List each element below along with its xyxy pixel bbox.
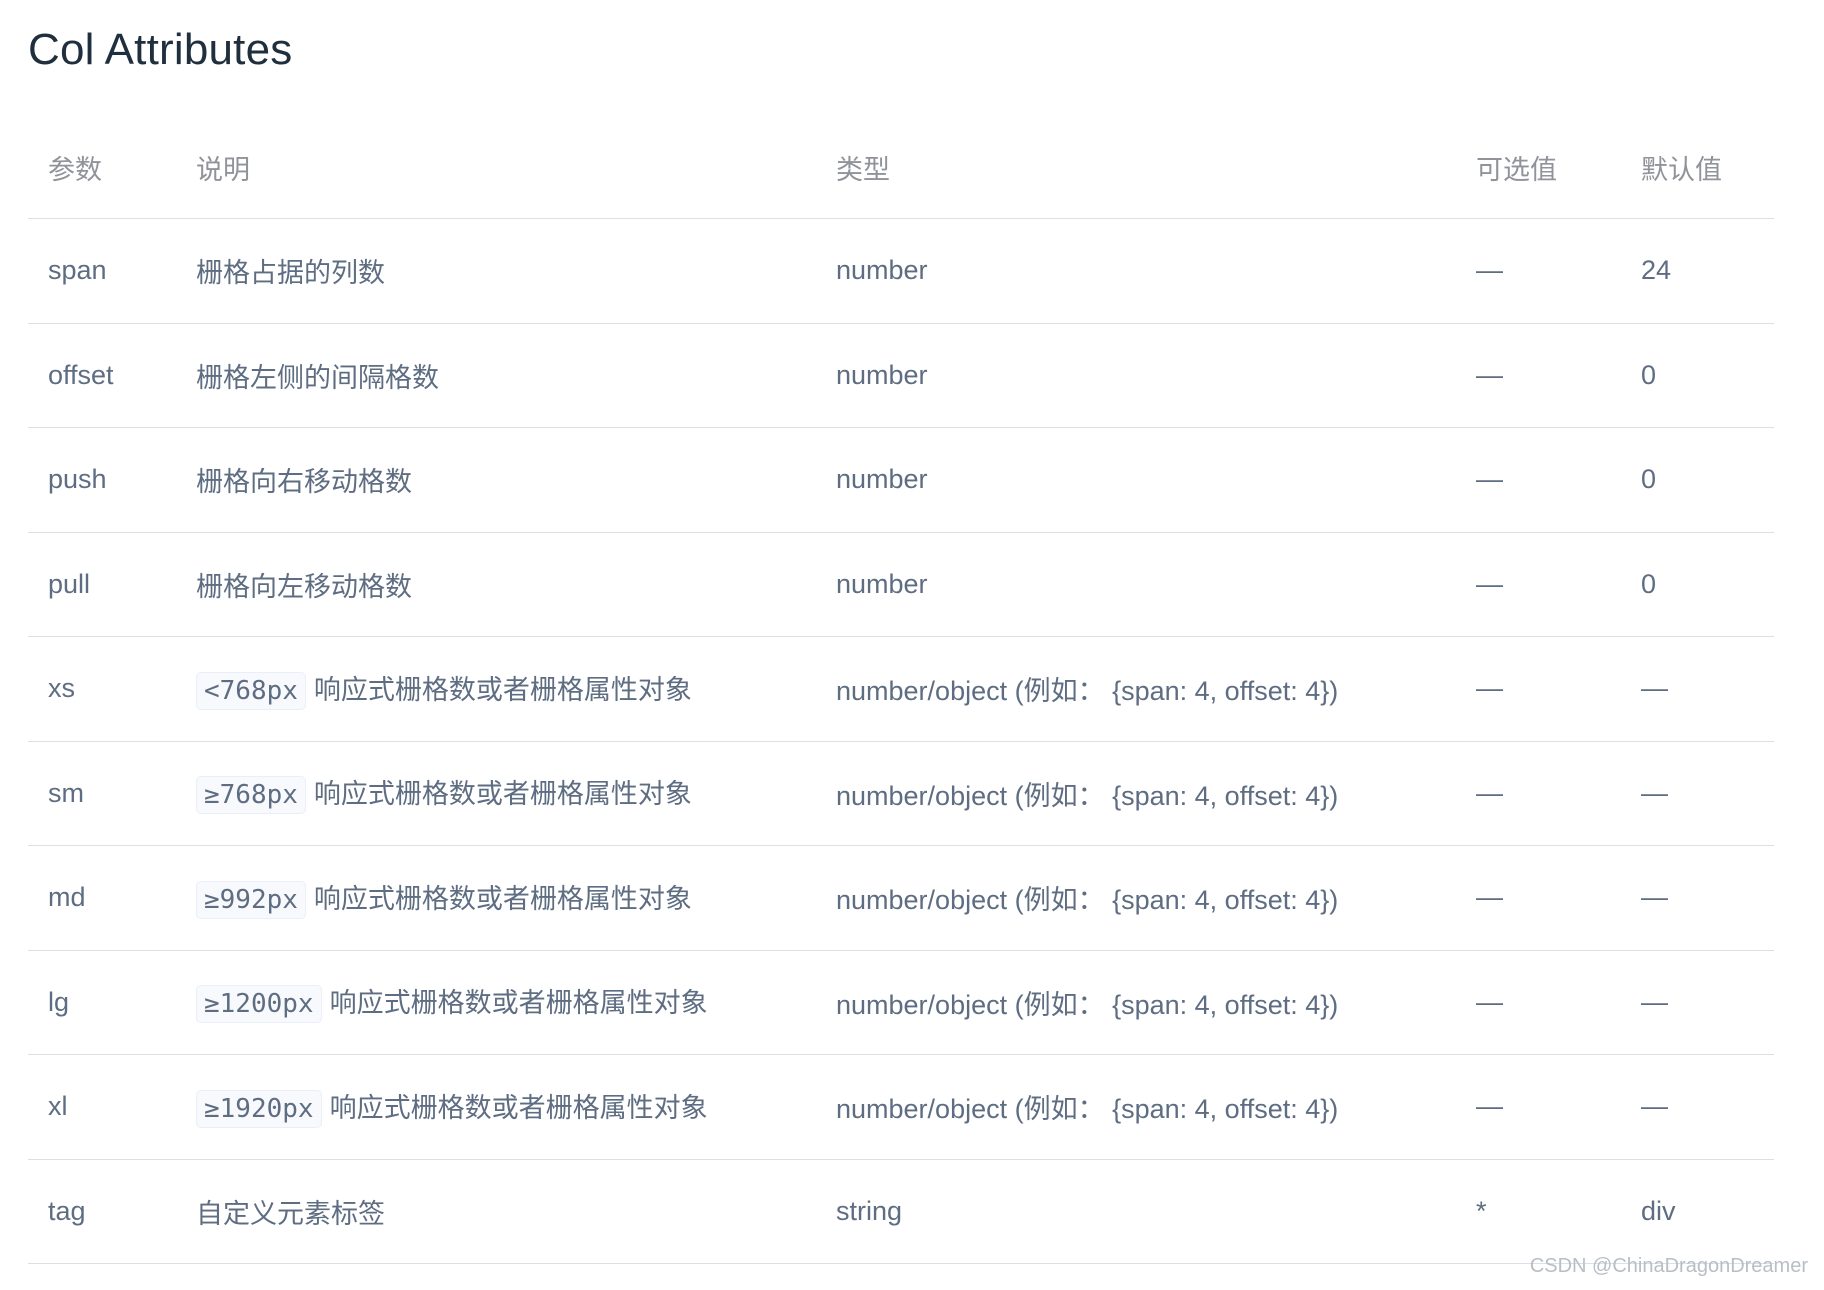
param-cell: sm bbox=[28, 741, 176, 846]
param-cell: pull bbox=[28, 532, 176, 637]
header-options: 可选值 bbox=[1456, 116, 1621, 219]
type-cell: number/object (例如： {span: 4, offset: 4}) bbox=[816, 845, 1456, 951]
table-row: xl ≥1920px 响应式栅格数或者栅格属性对象 number/object (例如… bbox=[28, 1054, 1774, 1160]
type-cell: number bbox=[816, 323, 1456, 428]
description-cell: 自定义元素标签 bbox=[176, 1159, 816, 1264]
description-text: 响应式栅格数或者栅格属性对象 bbox=[313, 779, 692, 810]
header-default: 默认值 bbox=[1621, 116, 1774, 219]
default-cell: 0 bbox=[1621, 427, 1774, 533]
header-type: 类型 bbox=[816, 116, 1456, 219]
param-cell: tag bbox=[28, 1159, 176, 1264]
table-row: md ≥992px 响应式栅格数或者栅格属性对象 number/object (例如：… bbox=[28, 845, 1774, 951]
options-cell: — bbox=[1456, 532, 1621, 637]
description-text: 栅格向左移动格数 bbox=[196, 571, 412, 602]
options-cell: — bbox=[1456, 636, 1621, 742]
param-cell: xs bbox=[28, 636, 176, 742]
options-cell: — bbox=[1456, 845, 1621, 951]
table-row: lg ≥1200px 响应式栅格数或者栅格属性对象 number/object (例如… bbox=[28, 950, 1774, 1055]
description-text: 响应式栅格数或者栅格属性对象 bbox=[329, 988, 708, 1019]
breakpoint-badge: ≥1920px bbox=[196, 1089, 322, 1128]
breakpoint-badge: ≥992px bbox=[196, 880, 306, 919]
table-header: 参数 说明 类型 可选值 默认值 bbox=[28, 116, 1774, 219]
description-cell: ≥992px 响应式栅格数或者栅格属性对象 bbox=[176, 845, 816, 951]
table-row: xs <768px 响应式栅格数或者栅格属性对象 number/object (例如：… bbox=[28, 636, 1774, 742]
table-row: sm ≥768px 响应式栅格数或者栅格属性对象 number/object (例如：… bbox=[28, 741, 1774, 846]
type-cell: number bbox=[816, 218, 1456, 324]
options-cell: — bbox=[1456, 1054, 1621, 1160]
param-cell: push bbox=[28, 427, 176, 533]
description-text: 栅格向右移动格数 bbox=[196, 467, 412, 498]
breakpoint-badge: <768px bbox=[196, 671, 306, 710]
description-text: 响应式栅格数或者栅格属性对象 bbox=[329, 1092, 708, 1123]
breakpoint-badge: ≥1200px bbox=[196, 985, 322, 1024]
watermark: CSDN @ChinaDragonDreamer bbox=[1529, 1255, 1808, 1277]
description-cell: 栅格占据的列数 bbox=[176, 218, 816, 324]
header-row: 参数 说明 类型 可选值 默认值 bbox=[28, 116, 1774, 219]
type-cell: number/object (例如： {span: 4, offset: 4}) bbox=[816, 950, 1456, 1055]
description-cell: <768px 响应式栅格数或者栅格属性对象 bbox=[176, 636, 816, 742]
description-cell: 栅格向左移动格数 bbox=[176, 532, 816, 637]
type-cell: number/object (例如： {span: 4, offset: 4}) bbox=[816, 636, 1456, 742]
default-cell: — bbox=[1621, 845, 1774, 951]
table-row: offset 栅格左侧的间隔格数 number —0 bbox=[28, 323, 1774, 428]
description-cell: 栅格向右移动格数 bbox=[176, 427, 816, 533]
header-param: 参数 bbox=[28, 116, 176, 219]
options-cell: — bbox=[1456, 741, 1621, 846]
description-cell: 栅格左侧的间隔格数 bbox=[176, 323, 816, 428]
header-description: 说明 bbox=[176, 116, 816, 219]
default-cell: — bbox=[1621, 950, 1774, 1055]
page: Col Attributes 参数 说明 类型 可选值 默认值 span 栅格占据… bbox=[0, 0, 1824, 1290]
param-cell: md bbox=[28, 845, 176, 951]
default-cell: div bbox=[1621, 1159, 1774, 1264]
description-cell: ≥1200px 响应式栅格数或者栅格属性对象 bbox=[176, 950, 816, 1055]
default-cell: — bbox=[1621, 741, 1774, 846]
description-cell: ≥768px 响应式栅格数或者栅格属性对象 bbox=[176, 741, 816, 846]
default-cell: — bbox=[1621, 1054, 1774, 1160]
type-cell: number/object (例如： {span: 4, offset: 4}) bbox=[816, 1054, 1456, 1160]
table-row: pull 栅格向左移动格数 number —0 bbox=[28, 532, 1774, 637]
breakpoint-badge: ≥768px bbox=[196, 776, 306, 815]
param-cell: lg bbox=[28, 950, 176, 1055]
description-text: 响应式栅格数或者栅格属性对象 bbox=[313, 674, 692, 705]
default-cell: 24 bbox=[1621, 218, 1774, 324]
table-row: push 栅格向右移动格数 number —0 bbox=[28, 427, 1774, 533]
options-cell: — bbox=[1456, 218, 1621, 324]
page-title: Col Attributes bbox=[28, 25, 293, 74]
description-cell: ≥1920px 响应式栅格数或者栅格属性对象 bbox=[176, 1054, 816, 1160]
table-row: span 栅格占据的列数 number —24 bbox=[28, 218, 1774, 324]
type-cell: number/object (例如： {span: 4, offset: 4}) bbox=[816, 741, 1456, 846]
description-text: 自定义元素标签 bbox=[196, 1198, 385, 1229]
default-cell: 0 bbox=[1621, 323, 1774, 428]
type-cell: string bbox=[816, 1159, 1456, 1264]
param-cell: xl bbox=[28, 1054, 176, 1160]
attributes-table: 参数 说明 类型 可选值 默认值 span 栅格占据的列数 number —24 off… bbox=[28, 116, 1774, 1264]
param-cell: offset bbox=[28, 323, 176, 428]
table-body: span 栅格占据的列数 number —24 offset 栅格左侧的间隔格数 numbe… bbox=[28, 218, 1774, 1264]
description-text: 栅格占据的列数 bbox=[196, 258, 385, 289]
options-cell: — bbox=[1456, 427, 1621, 533]
description-text: 响应式栅格数或者栅格属性对象 bbox=[313, 883, 692, 914]
table-row: tag 自定义元素标签 string * div bbox=[28, 1159, 1774, 1264]
options-cell: — bbox=[1456, 323, 1621, 428]
description-text: 栅格左侧的间隔格数 bbox=[196, 362, 439, 393]
type-cell: number bbox=[816, 427, 1456, 533]
options-cell: — bbox=[1456, 950, 1621, 1055]
options-cell: * bbox=[1456, 1159, 1621, 1264]
default-cell: 0 bbox=[1621, 532, 1774, 637]
param-cell: span bbox=[28, 218, 176, 324]
default-cell: — bbox=[1621, 636, 1774, 742]
type-cell: number bbox=[816, 532, 1456, 637]
